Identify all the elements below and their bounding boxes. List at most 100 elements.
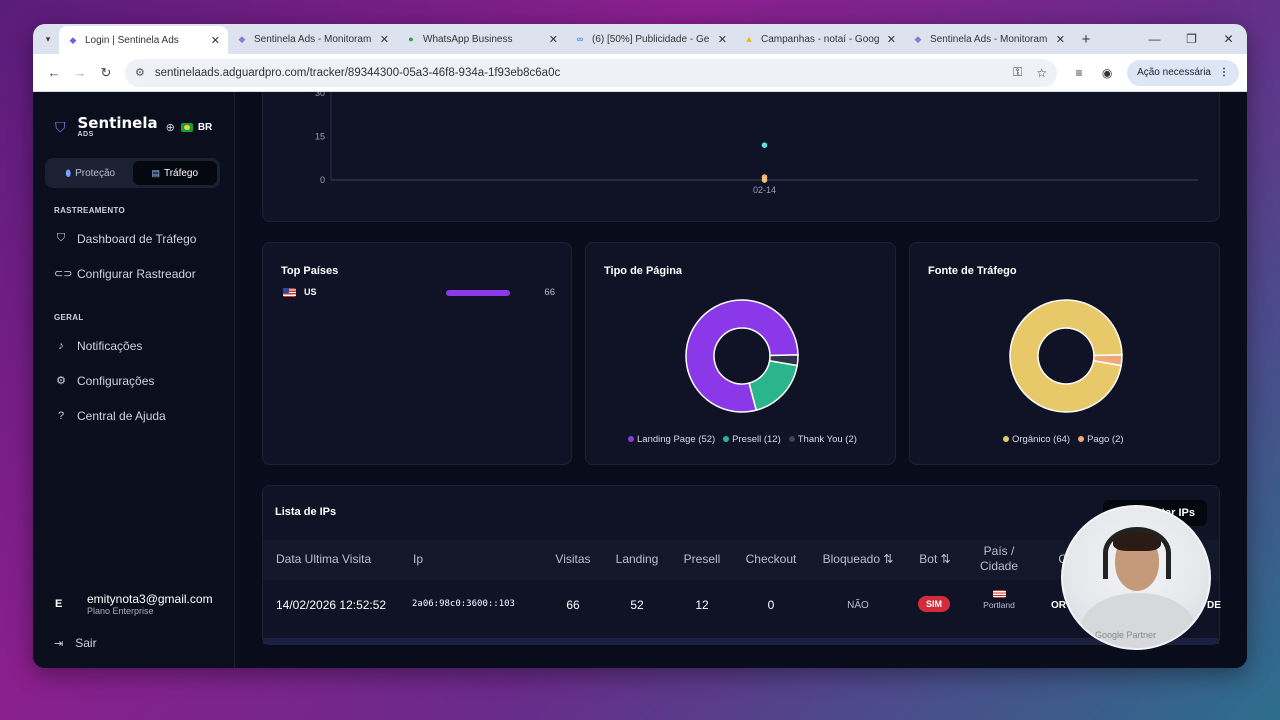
close-icon[interactable]: ✕ bbox=[380, 33, 389, 46]
nav-label: Notificações bbox=[77, 338, 143, 353]
kebab-menu-icon[interactable]: ⋮ bbox=[1219, 67, 1229, 78]
cell-last-visit: 14/02/2026 12:52:52 bbox=[276, 598, 387, 612]
sidebar: ⛉ Sentinela ADS ⊕ BR ⬮ Proteção ▤ Tráfego … bbox=[33, 92, 235, 668]
avatar: E bbox=[55, 598, 63, 610]
nav-configure-tracker[interactable]: ⊂⊃ Configurar Rastreador bbox=[33, 256, 234, 291]
us-flag-icon bbox=[992, 590, 1006, 598]
x-tick-label: 02-14 bbox=[753, 185, 776, 195]
th-country-city[interactable]: País / Cidade bbox=[969, 544, 1029, 574]
brand-text: Sentinela ADS bbox=[78, 116, 158, 139]
mode-traffic[interactable]: ▤ Tráfego bbox=[132, 161, 217, 185]
tab-title: WhatsApp Business bbox=[423, 33, 513, 45]
nav-settings[interactable]: ⚙ Configurações bbox=[33, 363, 234, 398]
close-icon[interactable]: ✕ bbox=[549, 33, 558, 46]
logout-icon: ⇥ bbox=[54, 637, 64, 650]
browser-toolbar: ← → ↻ ⚙ sentinelaads.adguardpro.com/trac… bbox=[33, 54, 1247, 92]
meta-icon: ∞ bbox=[576, 34, 584, 44]
table-scrollbar[interactable] bbox=[263, 638, 1219, 644]
gear-icon: ⚙ bbox=[56, 375, 66, 387]
restore-icon[interactable]: ❐ bbox=[1173, 24, 1210, 54]
nav-help-center[interactable]: ? Central de Ajuda bbox=[33, 398, 234, 433]
user-block[interactable]: E emitynota3@gmail.com Plano Enterprise bbox=[33, 592, 234, 616]
language-code[interactable]: BR bbox=[198, 122, 212, 133]
cell-country-city: Portland bbox=[969, 590, 1029, 610]
th-visits[interactable]: Visitas bbox=[543, 552, 603, 566]
new-tab-button[interactable]: + bbox=[1073, 31, 1099, 48]
address-bar[interactable]: ⚙ sentinelaads.adguardpro.com/tracker/89… bbox=[125, 58, 1058, 87]
page-type-legend: Landing Page (52) Presell (12) Thank You… bbox=[628, 434, 857, 445]
legend-label: Orgânico (64) bbox=[1012, 434, 1071, 445]
th-landing[interactable]: Landing bbox=[606, 552, 668, 566]
tab-sentinela-2[interactable]: ◆ Sentinela Ads - Monitoram ✕ bbox=[904, 24, 1073, 54]
top-countries-card: Top Países US 66 bbox=[262, 242, 572, 465]
mode-protection[interactable]: ⬮ Proteção bbox=[48, 161, 133, 185]
card-title: Lista de IPs bbox=[275, 506, 337, 518]
nav-notifications[interactable]: ♪ Notificações bbox=[33, 328, 234, 363]
th-ip[interactable]: Ip bbox=[413, 552, 423, 566]
close-icon[interactable]: ✕ bbox=[1056, 33, 1065, 46]
nav-label: Dashboard de Tráfego bbox=[77, 231, 197, 246]
site-info-icon[interactable]: ⚙ bbox=[135, 66, 145, 79]
logout-button[interactable]: ⇥ Sair bbox=[54, 636, 97, 650]
mode-label: Proteção bbox=[75, 167, 116, 179]
tab-title: (6) [50%] Publicidade - Ge bbox=[592, 33, 710, 45]
card-title: Top Países bbox=[281, 265, 339, 277]
action-required-button[interactable]: Ação necessária ⋮ bbox=[1127, 59, 1239, 86]
close-window-icon[interactable]: ✕ bbox=[1210, 24, 1247, 54]
globe-icon[interactable]: ⊕ bbox=[166, 121, 175, 134]
back-icon[interactable]: ← bbox=[41, 60, 67, 86]
brand: ⛉ Sentinela ADS ⊕ BR bbox=[33, 92, 234, 148]
th-last-visit[interactable]: Data Ultima Visita bbox=[276, 552, 371, 566]
tab-sentinela-1[interactable]: ◆ Sentinela Ads - Monitoram ✕ bbox=[228, 24, 397, 54]
legend-label: Pago (2) bbox=[1087, 434, 1124, 445]
th-presell[interactable]: Presell bbox=[673, 552, 731, 566]
y-tick-label: 30 bbox=[315, 92, 325, 98]
us-flag-icon bbox=[283, 288, 296, 297]
cell-checkout: 0 bbox=[767, 598, 775, 612]
profile-icon[interactable]: ◉ bbox=[1093, 66, 1121, 80]
tab-title: Sentinela Ads - Monitoram bbox=[930, 33, 1048, 45]
y-tick-label: 15 bbox=[315, 132, 325, 142]
user-plan: Plano Enterprise bbox=[87, 606, 154, 616]
tab-search-icon[interactable]: ▾ bbox=[37, 28, 59, 50]
close-icon[interactable]: ✕ bbox=[718, 33, 727, 46]
url-text[interactable]: sentinelaads.adguardpro.com/tracker/8934… bbox=[155, 67, 999, 79]
country-row: US 66 bbox=[283, 287, 555, 299]
legend-item: Landing Page (52) bbox=[628, 434, 715, 445]
media-icon[interactable]: ≡ bbox=[1065, 66, 1093, 80]
page-type-donut bbox=[685, 299, 799, 413]
close-icon[interactable]: ✕ bbox=[211, 34, 220, 47]
forward-icon[interactable]: → bbox=[67, 60, 93, 86]
reload-icon[interactable]: ↻ bbox=[93, 60, 119, 86]
tab-whatsapp[interactable]: ● WhatsApp Business ✕ bbox=[397, 24, 566, 54]
th-checkout[interactable]: Checkout bbox=[739, 552, 803, 566]
user-info: emitynota3@gmail.com Plano Enterprise bbox=[87, 592, 213, 616]
legend-item: Presell (12) bbox=[723, 434, 781, 445]
traffic-source-card: Fonte de Tráfego Orgânico (64) Pago (2) bbox=[909, 242, 1220, 465]
legend-item: Orgânico (64) bbox=[1003, 434, 1070, 445]
minimize-icon[interactable]: — bbox=[1136, 24, 1173, 54]
window-controls: — ❐ ✕ bbox=[1136, 24, 1247, 54]
th-bot[interactable]: Bot ⇅ bbox=[911, 552, 959, 566]
nav-label: Configurar Rastreador bbox=[77, 266, 196, 281]
section-label-general: GERAL bbox=[54, 313, 84, 322]
shield-icon: ⬮ bbox=[65, 167, 72, 178]
timeline-chart-card: 30 15 0 02-14 bbox=[262, 92, 1220, 222]
nav-traffic-dashboard[interactable]: ⛉ Dashboard de Tráfego bbox=[33, 221, 234, 256]
google-ads-icon: ▲ bbox=[744, 34, 754, 44]
tab-meta[interactable]: ∞ (6) [50%] Publicidade - Ge ✕ bbox=[566, 24, 735, 54]
close-icon[interactable]: ✕ bbox=[887, 33, 896, 46]
timeline-chart: 30 15 0 02-14 bbox=[315, 92, 1198, 195]
donut-slice[interactable] bbox=[748, 359, 799, 412]
tab-login[interactable]: ◆ Login | Sentinela Ads ✕ bbox=[59, 26, 228, 54]
key-icon[interactable]: ⚿ bbox=[1013, 65, 1022, 80]
star-icon[interactable]: ☆ bbox=[1036, 66, 1047, 80]
legend-label: Presell (12) bbox=[732, 434, 781, 445]
bell-icon: ♪ bbox=[58, 339, 64, 352]
shield-icon: ◆ bbox=[69, 34, 77, 45]
tab-google-ads[interactable]: ▲ Campanhas - notaí - Goog ✕ bbox=[735, 24, 904, 54]
tab-title: Sentinela Ads - Monitoram bbox=[254, 33, 372, 45]
cell-blocked: NÃO bbox=[847, 600, 869, 611]
mode-label: Tráfego bbox=[163, 167, 199, 179]
th-blocked[interactable]: Bloqueado ⇅ bbox=[816, 552, 900, 566]
